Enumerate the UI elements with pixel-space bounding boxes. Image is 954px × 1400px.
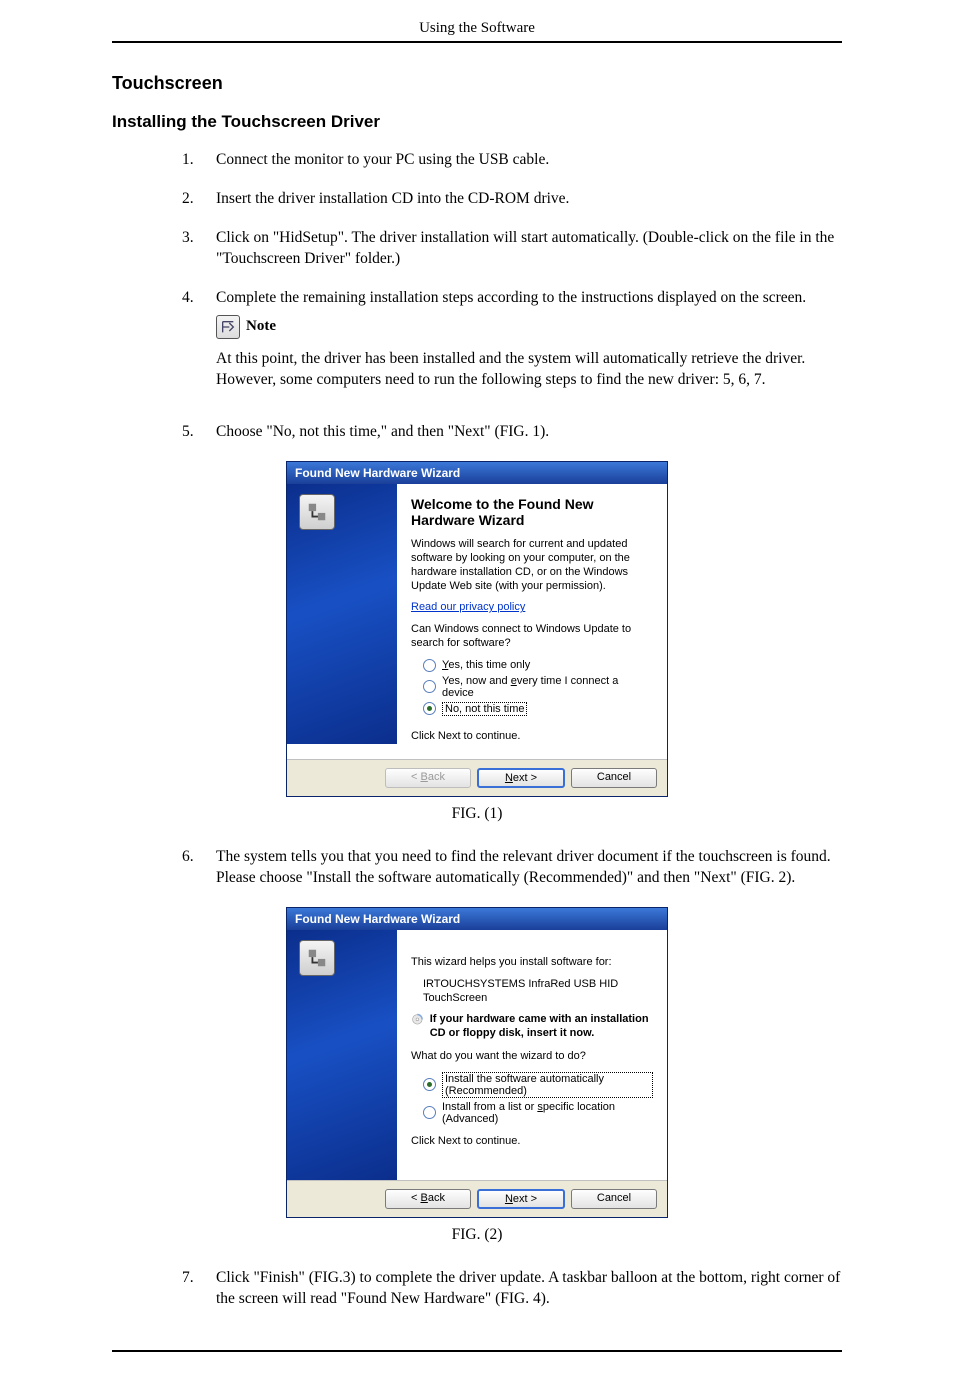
cd-text: If your hardware came with an installati… bbox=[430, 1013, 653, 1039]
radio-icon bbox=[423, 659, 436, 672]
step-number: 2. bbox=[182, 189, 216, 210]
step-6: 6. The system tells you that you need to… bbox=[182, 847, 842, 889]
wizard-question: What do you want the wizard to do? bbox=[411, 1050, 653, 1064]
step-5: 5. Choose "No, not this time," and then … bbox=[182, 422, 842, 443]
top-rule bbox=[112, 41, 842, 43]
wizard-intro-text: This wizard helps you install software f… bbox=[411, 956, 653, 970]
wizard-titlebar: Found New Hardware Wizard bbox=[287, 908, 667, 930]
note-body: At this point, the driver has been insta… bbox=[216, 349, 842, 391]
wizard-footer: < Back Next > Cancel bbox=[287, 759, 667, 796]
wizard-sidebar bbox=[287, 930, 397, 1180]
step-body: Connect the monitor to your PC using the… bbox=[216, 150, 842, 171]
step-number: 5. bbox=[182, 422, 216, 443]
back-button: < Back bbox=[385, 768, 471, 788]
wizard-content: Welcome to the Found New Hardware Wizard… bbox=[397, 484, 667, 759]
wizard-question: Can Windows connect to Windows Update to… bbox=[411, 623, 653, 651]
step-number: 1. bbox=[182, 150, 216, 171]
next-button[interactable]: Next > bbox=[477, 768, 565, 788]
privacy-link[interactable]: Read our privacy policy bbox=[411, 601, 525, 613]
step-number: 6. bbox=[182, 847, 216, 889]
step-body: Complete the remaining installation step… bbox=[216, 288, 842, 405]
step-1: 1. Connect the monitor to your PC using … bbox=[182, 150, 842, 171]
radio-icon bbox=[423, 1106, 436, 1119]
figure-1-caption: FIG. (1) bbox=[112, 805, 842, 823]
cd-icon bbox=[411, 1013, 424, 1035]
radio-group: Install the software automatically (Reco… bbox=[423, 1072, 653, 1125]
step-number: 4. bbox=[182, 288, 216, 405]
wizard-heading: Welcome to the Found New Hardware Wizard bbox=[411, 496, 653, 528]
figure-2-caption: FIG. (2) bbox=[112, 1226, 842, 1244]
step-body: Choose "No, not this time," and then "Ne… bbox=[216, 422, 842, 443]
subsection-heading: Installing the Touchscreen Driver bbox=[112, 112, 842, 132]
radio-yes-always[interactable]: Yes, now and every time I connect a devi… bbox=[423, 675, 653, 699]
step-4: 4. Complete the remaining installation s… bbox=[182, 288, 842, 405]
wizard-dialog-2: Found New Hardware Wizard This wizard he… bbox=[286, 907, 668, 1218]
figure-1: Found New Hardware Wizard Welcome to the… bbox=[112, 461, 842, 823]
wizard-content: This wizard helps you install software f… bbox=[397, 930, 667, 1180]
wizard-dialog-1: Found New Hardware Wizard Welcome to the… bbox=[286, 461, 668, 797]
wizard-footer: < Back Next > Cancel bbox=[287, 1180, 667, 1217]
radio-specific-location[interactable]: Install from a list or specific location… bbox=[423, 1101, 653, 1125]
radio-group: Yes, this time only Yes, now and every t… bbox=[423, 659, 653, 716]
radio-no[interactable]: No, not this time bbox=[423, 702, 653, 716]
radio-icon-selected bbox=[423, 702, 436, 715]
steps-list: 1. Connect the monitor to your PC using … bbox=[112, 150, 842, 443]
figure-2: Found New Hardware Wizard This wizard he… bbox=[112, 907, 842, 1244]
radio-icon-selected bbox=[423, 1078, 436, 1091]
radio-label: es, this time only bbox=[448, 659, 530, 671]
step-body: The system tells you that you need to fi… bbox=[216, 847, 842, 889]
wizard-device-name: IRTOUCHSYSTEMS InfraRed USB HID TouchScr… bbox=[423, 978, 653, 1006]
cancel-button[interactable]: Cancel bbox=[571, 1189, 657, 1209]
next-button[interactable]: Next > bbox=[477, 1189, 565, 1209]
wizard-sidebar-icon bbox=[299, 940, 335, 976]
radio-yes-once[interactable]: Yes, this time only bbox=[423, 659, 653, 672]
wizard-titlebar: Found New Hardware Wizard bbox=[287, 462, 667, 484]
wizard-sidebar-icon bbox=[299, 494, 335, 530]
note-label: Note bbox=[246, 316, 276, 336]
note-icon bbox=[216, 315, 240, 339]
step-number: 7. bbox=[182, 1268, 216, 1310]
radio-label-selected: Install the software automatically (Reco… bbox=[442, 1072, 653, 1098]
step-2: 2. Insert the driver installation CD int… bbox=[182, 189, 842, 210]
step-body: Click on "HidSetup". The driver installa… bbox=[216, 228, 842, 270]
cancel-button[interactable]: Cancel bbox=[571, 768, 657, 788]
back-button[interactable]: < Back bbox=[385, 1189, 471, 1209]
wizard-continue-text: Click Next to continue. bbox=[411, 730, 653, 744]
step-body: Click "Finish" (FIG.3) to complete the d… bbox=[216, 1268, 842, 1310]
bottom-rule bbox=[112, 1350, 842, 1352]
step-3: 3. Click on "HidSetup". The driver insta… bbox=[182, 228, 842, 270]
wizard-sidebar bbox=[287, 484, 397, 744]
section-heading: Touchscreen bbox=[112, 73, 842, 94]
step-7: 7. Click "Finish" (FIG.3) to complete th… bbox=[182, 1268, 842, 1310]
radio-auto-install[interactable]: Install the software automatically (Reco… bbox=[423, 1072, 653, 1098]
wizard-intro-text: Windows will search for current and upda… bbox=[411, 538, 653, 593]
running-header: Using the Software bbox=[112, 20, 842, 37]
step-4-line1: Complete the remaining installation step… bbox=[216, 289, 806, 306]
step-body: Insert the driver installation CD into t… bbox=[216, 189, 842, 210]
step-number: 3. bbox=[182, 228, 216, 270]
steps-list-continued: 6. The system tells you that you need to… bbox=[112, 847, 842, 889]
wizard-continue-text: Click Next to continue. bbox=[411, 1135, 653, 1149]
radio-icon bbox=[423, 680, 436, 693]
cd-instruction: If your hardware came with an installati… bbox=[411, 1013, 653, 1039]
steps-list-continued-2: 7. Click "Finish" (FIG.3) to complete th… bbox=[112, 1268, 842, 1310]
radio-label-selected: No, not this time bbox=[442, 702, 527, 716]
